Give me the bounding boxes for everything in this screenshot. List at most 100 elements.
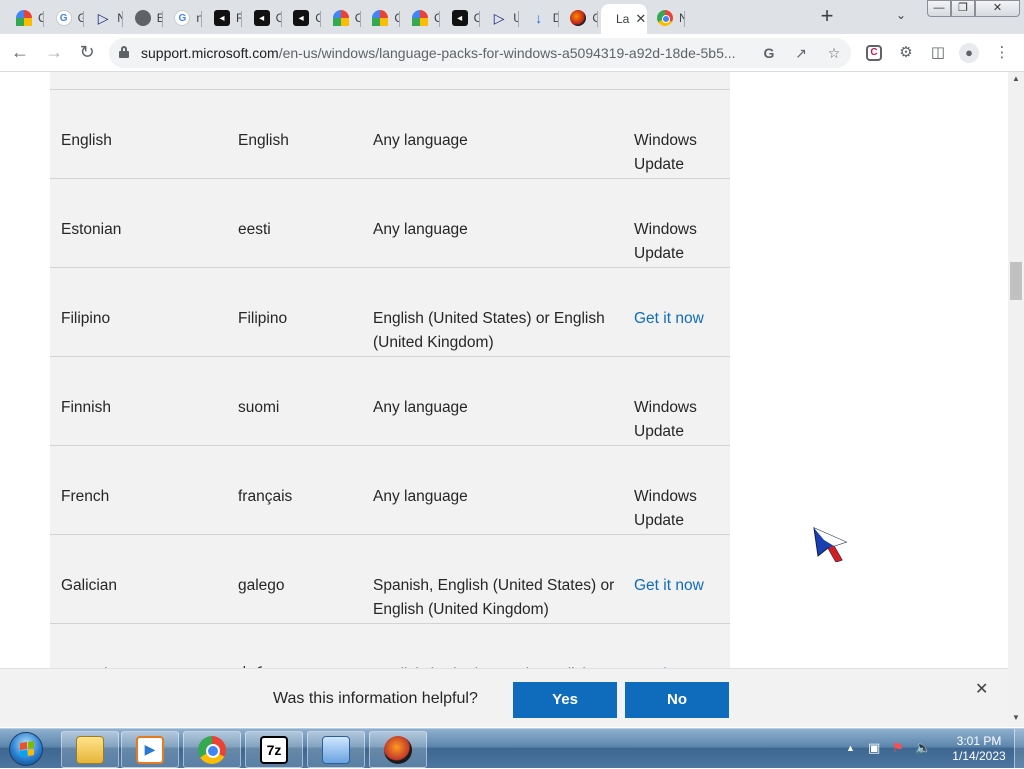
system-tray: ▲ ▣ ⚑ 🔈 3:01 PM 1/14/2023 <box>840 729 1024 769</box>
tab-separator <box>241 11 242 27</box>
language-cell: English <box>61 132 112 149</box>
scrollbar-thumb[interactable] <box>1010 262 1022 300</box>
browser-tab[interactable]: C <box>561 4 599 32</box>
table-row: Estonian eesti Any language Windows Update <box>50 179 730 268</box>
tab-separator <box>439 11 440 27</box>
browser-tab[interactable]: ◂ R <box>205 4 242 32</box>
windows-orb-icon[interactable] <box>9 732 43 766</box>
clock[interactable]: 3:01 PM 1/14/2023 <box>944 734 1014 764</box>
lock-icon[interactable] <box>119 46 129 58</box>
tab-separator <box>82 11 84 27</box>
browser-tab[interactable]: La ✕ <box>601 4 647 34</box>
taskbar-media-player[interactable]: ▶ <box>121 731 179 768</box>
availability-cell: Windows Update <box>634 399 697 440</box>
browser-tab[interactable]: ◂ C <box>443 4 480 32</box>
address-bar[interactable]: support.microsoft.com/en-us/windows/lang… <box>109 38 851 68</box>
tab-separator <box>557 11 559 27</box>
mouse-cursor-icon <box>813 527 848 562</box>
7zip-icon: 7z <box>260 735 288 764</box>
browser-tab[interactable]: GG <box>47 4 84 32</box>
browser-tab[interactable]: ↓ D <box>522 4 559 32</box>
native-name-cell: Filipino <box>238 310 288 327</box>
language-cell: French <box>61 488 110 505</box>
google-lens-icon[interactable]: G <box>760 44 778 62</box>
taskbar-remote-desktop[interactable] <box>307 731 365 768</box>
browser-tab[interactable]: C <box>324 4 361 32</box>
url-text[interactable]: support.microsoft.com/en-us/windows/lang… <box>141 45 753 61</box>
menu-kebab-icon[interactable]: ⋮ <box>992 43 1012 63</box>
language-cell: Filipino <box>61 310 111 327</box>
show-hidden-icons-chevron-icon[interactable]: ▲ <box>846 743 855 753</box>
tab-search-chevron-icon[interactable]: ⌄ <box>896 8 906 22</box>
browser-toolbar: ← → ↻ support.microsoft.com/en-us/window… <box>0 34 1024 72</box>
chrome-icon <box>198 735 226 764</box>
base-language-cell: Any language <box>373 221 468 238</box>
browser-tab[interactable]: ◂ C <box>284 4 322 32</box>
native-name-cell: suomi <box>238 399 280 416</box>
side-panel-icon[interactable]: ◫ <box>928 43 948 63</box>
rainbow-icon <box>332 10 349 26</box>
window-controls: — ❐ ✕ <box>927 0 1022 17</box>
start-button[interactable] <box>2 729 50 769</box>
play-icon: ▷ <box>493 9 505 26</box>
browser-tab[interactable]: ▷ U <box>482 4 520 32</box>
table-row: French français Any language Windows Update <box>50 446 730 535</box>
action-center-flag-icon[interactable]: ⚑ <box>892 740 904 756</box>
availability-cell: Windows Update <box>634 488 697 529</box>
network-icon[interactable]: ▣ <box>868 740 880 756</box>
folder-icon <box>76 735 104 764</box>
black-square-icon: ◂ <box>214 10 230 26</box>
browser-tab[interactable]: C <box>363 4 401 32</box>
download-icon: ↓ <box>535 10 543 26</box>
bookmark-star-icon[interactable]: ☆ <box>825 44 843 62</box>
scroll-up-arrow-icon[interactable]: ▲ <box>1012 74 1020 83</box>
taskbar-chrome[interactable] <box>183 731 241 768</box>
feedback-bar: Was this information helpful? Yes No ✕ <box>0 668 1008 727</box>
close-window-button[interactable]: ✕ <box>975 0 1020 17</box>
native-name-cell: English <box>238 132 289 149</box>
feedback-yes-button[interactable]: Yes <box>513 682 617 718</box>
profile-avatar-icon[interactable]: ● <box>959 43 979 63</box>
base-language-cell: Any language <box>373 488 468 505</box>
browser-tab[interactable]: N <box>648 4 685 32</box>
tab-close-icon[interactable]: ✕ <box>635 11 646 27</box>
native-name-cell: eesti <box>238 221 271 238</box>
extension-c-icon[interactable]: C <box>866 45 882 61</box>
new-tab-button[interactable]: + <box>815 5 839 29</box>
maximize-button[interactable]: ❐ <box>951 0 975 17</box>
firefox-icon <box>384 735 412 764</box>
forward-arrow-icon[interactable]: → <box>43 42 65 64</box>
reload-icon[interactable]: ↻ <box>76 42 98 64</box>
feedback-no-button[interactable]: No <box>625 682 729 718</box>
tab-separator <box>161 11 163 27</box>
browser-tab[interactable]: C <box>7 4 44 32</box>
browser-tab[interactable]: Gn <box>165 4 203 32</box>
taskbar-firefox[interactable] <box>369 731 427 768</box>
share-icon[interactable]: ↗ <box>792 44 810 62</box>
back-arrow-icon[interactable]: ← <box>9 42 31 64</box>
language-cell: Estonian <box>61 221 122 238</box>
black-square-icon: ◂ <box>253 10 270 26</box>
browser-tab[interactable]: C <box>403 4 440 32</box>
table-row-previous <box>50 72 730 90</box>
tab-separator <box>478 11 480 27</box>
browser-tab[interactable]: ◂ C <box>245 4 282 32</box>
page-scrollbar[interactable]: ▲ ▼ <box>1008 72 1024 727</box>
feedback-close-icon[interactable]: ✕ <box>975 679 988 699</box>
table-row: Galician galego Spanish, English (United S… <box>50 535 730 624</box>
taskbar-explorer[interactable] <box>61 731 119 768</box>
clock-date: 1/14/2023 <box>952 749 1006 763</box>
volume-icon[interactable]: 🔈 <box>915 740 931 756</box>
browser-tab[interactable]: E <box>126 4 163 32</box>
get-it-now-link[interactable]: Get it now <box>634 574 724 598</box>
show-desktop-button[interactable] <box>1014 729 1024 769</box>
browser-tab[interactable]: ▷ N <box>86 4 124 32</box>
base-language-cell: Any language <box>373 399 468 416</box>
taskbar-7zip[interactable]: 7z <box>245 731 303 768</box>
base-language-cell: Spanish, English (United States) or Engl… <box>373 577 615 618</box>
scroll-down-arrow-icon[interactable]: ▼ <box>1012 713 1020 722</box>
globe-icon <box>134 10 151 26</box>
get-it-now-link[interactable]: Get it now <box>634 307 724 331</box>
minimize-button[interactable]: — <box>927 0 951 17</box>
extensions-puzzle-icon[interactable]: ⚙ <box>896 43 916 63</box>
